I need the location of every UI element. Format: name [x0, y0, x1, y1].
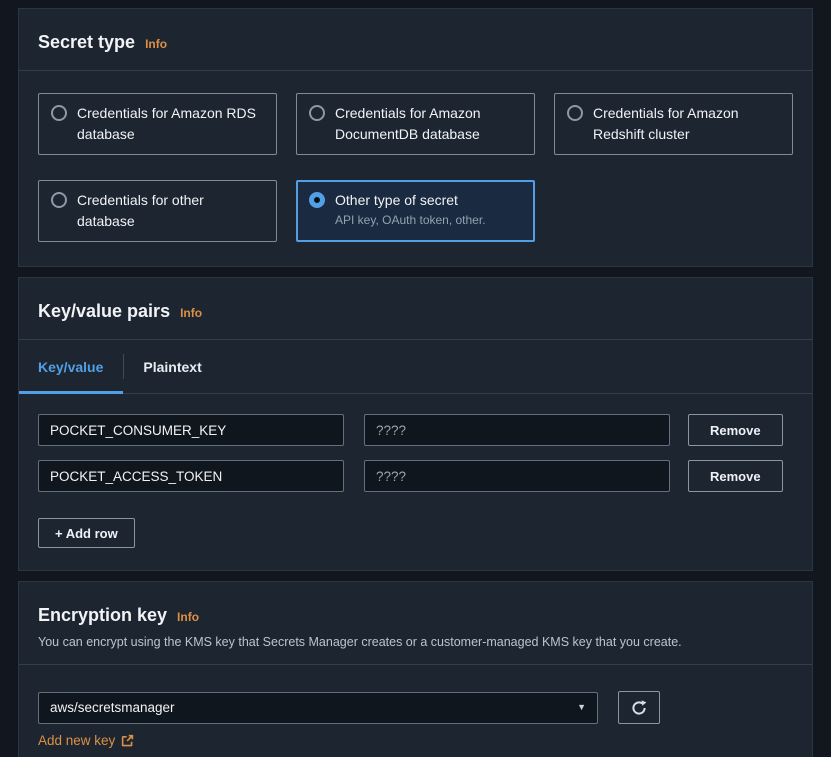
radio-button-icon[interactable] [567, 105, 583, 121]
encryption-key-description: You can encrypt using the KMS key that S… [38, 634, 793, 650]
kms-key-selected-value: aws/secretsmanager [50, 700, 175, 715]
key-value-row: Remove [38, 460, 793, 492]
radio-button-selected-icon[interactable] [309, 192, 325, 208]
refresh-button[interactable] [618, 691, 660, 724]
encryption-key-title: Encryption key [38, 603, 167, 627]
secret-type-option-documentdb[interactable]: Credentials for Amazon DocumentDB databa… [296, 93, 535, 155]
key-value-pairs-info-link[interactable]: Info [180, 306, 202, 320]
secret-type-option-other-database[interactable]: Credentials for other database [38, 180, 277, 242]
secret-value-input-1[interactable] [364, 414, 670, 446]
encryption-key-header: Encryption key Info You can encrypt usin… [19, 582, 812, 665]
secret-value-input-2[interactable] [364, 460, 670, 492]
key-value-pairs-panel: Key/value pairs Info Key/value Plaintext… [18, 277, 813, 571]
option-label: Credentials for Amazon DocumentDB databa… [335, 103, 522, 145]
tab-plaintext[interactable]: Plaintext [123, 340, 221, 393]
kms-key-select[interactable]: aws/secretsmanager ▼ [38, 692, 598, 724]
key-value-pairs-title: Key/value pairs [38, 299, 170, 323]
secret-key-input-1[interactable] [38, 414, 344, 446]
key-value-rows: Remove Remove + Add row [19, 394, 812, 570]
secret-type-header: Secret type Info [19, 9, 812, 71]
key-value-row: Remove [38, 414, 793, 446]
secret-type-panel: Secret type Info Credentials for Amazon … [18, 8, 813, 267]
tab-key-value[interactable]: Key/value [19, 340, 123, 393]
secret-type-option-other-secret[interactable]: Other type of secret API key, OAuth toke… [296, 180, 535, 242]
key-value-tabs: Key/value Plaintext [19, 340, 812, 394]
add-new-key-link[interactable]: Add new key [38, 733, 134, 748]
refresh-icon [631, 700, 647, 716]
add-new-key-label: Add new key [38, 733, 115, 748]
secret-type-option-redshift[interactable]: Credentials for Amazon Redshift cluster [554, 93, 793, 155]
secret-key-input-2[interactable] [38, 460, 344, 492]
chevron-down-icon: ▼ [577, 703, 586, 712]
secret-type-info-link[interactable]: Info [145, 37, 167, 51]
option-label: Credentials for Amazon Redshift cluster [593, 103, 780, 145]
radio-button-icon[interactable] [51, 105, 67, 121]
option-description: API key, OAuth token, other. [335, 212, 486, 229]
add-row-button[interactable]: + Add row [38, 518, 135, 548]
option-label: Other type of secret [335, 190, 486, 211]
radio-button-icon[interactable] [309, 105, 325, 121]
external-link-icon [121, 734, 134, 747]
encryption-key-panel: Encryption key Info You can encrypt usin… [18, 581, 813, 757]
encryption-key-body: aws/secretsmanager ▼ Add new key [19, 665, 812, 757]
secret-type-option-rds[interactable]: Credentials for Amazon RDS database [38, 93, 277, 155]
secret-type-title: Secret type [38, 30, 135, 54]
option-label: Credentials for Amazon RDS database [77, 103, 264, 145]
secret-type-options: Credentials for Amazon RDS database Cred… [19, 71, 812, 266]
remove-row-button-1[interactable]: Remove [688, 414, 783, 446]
key-value-pairs-header: Key/value pairs Info [19, 278, 812, 340]
radio-button-icon[interactable] [51, 192, 67, 208]
encryption-key-info-link[interactable]: Info [177, 610, 199, 624]
remove-row-button-2[interactable]: Remove [688, 460, 783, 492]
option-label: Credentials for other database [77, 190, 264, 232]
